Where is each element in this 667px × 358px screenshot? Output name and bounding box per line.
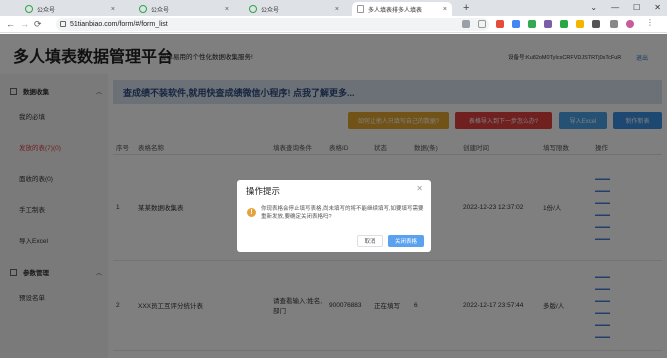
wechat-icon <box>25 5 33 13</box>
browser-tab-active[interactable]: 多人填表排多人填表 × <box>352 2 452 16</box>
extension-icon[interactable] <box>544 20 552 28</box>
avatar[interactable] <box>626 20 634 28</box>
window-controls: ⌄ — ☐ ✕ <box>590 0 661 14</box>
address-bar[interactable]: 51tianbiao.com/form/#/form_list <box>56 18 489 31</box>
close-icon[interactable]: × <box>443 6 447 13</box>
extension-icon[interactable] <box>576 20 584 28</box>
lock-icon <box>60 21 66 27</box>
wechat-icon <box>249 5 257 13</box>
star-icon[interactable] <box>478 20 486 28</box>
chevron-down-icon[interactable]: ⌄ <box>590 3 597 12</box>
extension-icon[interactable] <box>496 20 504 28</box>
back-button[interactable]: ← <box>6 19 15 29</box>
extension-icon[interactable] <box>592 20 600 28</box>
minimize-button[interactable]: — <box>611 3 619 12</box>
dialog-message: 你现表格会停止填写表格,尚未填写的将不能继续填写,如要填写需要重新发放,要确定关… <box>261 206 424 220</box>
dialog-title: 操作提示 <box>246 186 281 196</box>
close-window-button[interactable]: ✕ <box>654 3 661 12</box>
close-icon[interactable]: × <box>335 6 339 13</box>
wechat-icon <box>139 5 147 13</box>
close-icon[interactable]: × <box>111 6 115 13</box>
document-icon <box>357 5 364 13</box>
tab-label: 多人填表排多人填表 <box>368 7 423 14</box>
browser-tab[interactable]: 公众号 × <box>134 2 234 16</box>
share-icon[interactable] <box>462 20 470 28</box>
new-tab-button[interactable]: + <box>463 2 469 14</box>
cancel-button[interactable]: 取消 <box>357 235 383 247</box>
extension-icon[interactable] <box>560 20 568 28</box>
browser-tab-strip: 公众号 × 公众号 × 公众号 × 多人填表排多人填表 × + ⌄ — ☐ ✕ <box>0 0 667 16</box>
warning-icon: ! <box>247 208 256 217</box>
tab-label: 公众号 <box>151 7 170 14</box>
extension-icon[interactable] <box>512 20 520 28</box>
close-icon[interactable]: ✕ <box>416 184 423 193</box>
confirm-dialog: 操作提示 ✕ ! 你现表格会停止填写表格,尚未填写的将不能继续填写,如要填写需要… <box>237 180 431 252</box>
maximize-button[interactable]: ☐ <box>633 3 640 12</box>
tab-label: 公众号 <box>37 7 56 14</box>
browser-tab[interactable]: 公众号 × <box>244 2 344 16</box>
close-icon[interactable]: × <box>225 6 229 13</box>
forward-button[interactable]: → <box>20 19 29 29</box>
extension-icon[interactable] <box>528 20 536 28</box>
tab-label: 公众号 <box>261 7 280 14</box>
url-text: 51tianbiao.com/form/#/form_list <box>70 21 168 28</box>
browser-toolbar: ← → ⟳ 51tianbiao.com/form/#/form_list ⋮ <box>0 16 667 33</box>
reload-button[interactable]: ⟳ <box>34 19 42 30</box>
confirm-close-button[interactable]: 关闭表格 <box>388 235 424 247</box>
more-icon[interactable]: ⋮ <box>646 18 654 27</box>
browser-tab[interactable]: 公众号 × <box>20 2 120 16</box>
puzzle-icon[interactable] <box>610 20 618 28</box>
